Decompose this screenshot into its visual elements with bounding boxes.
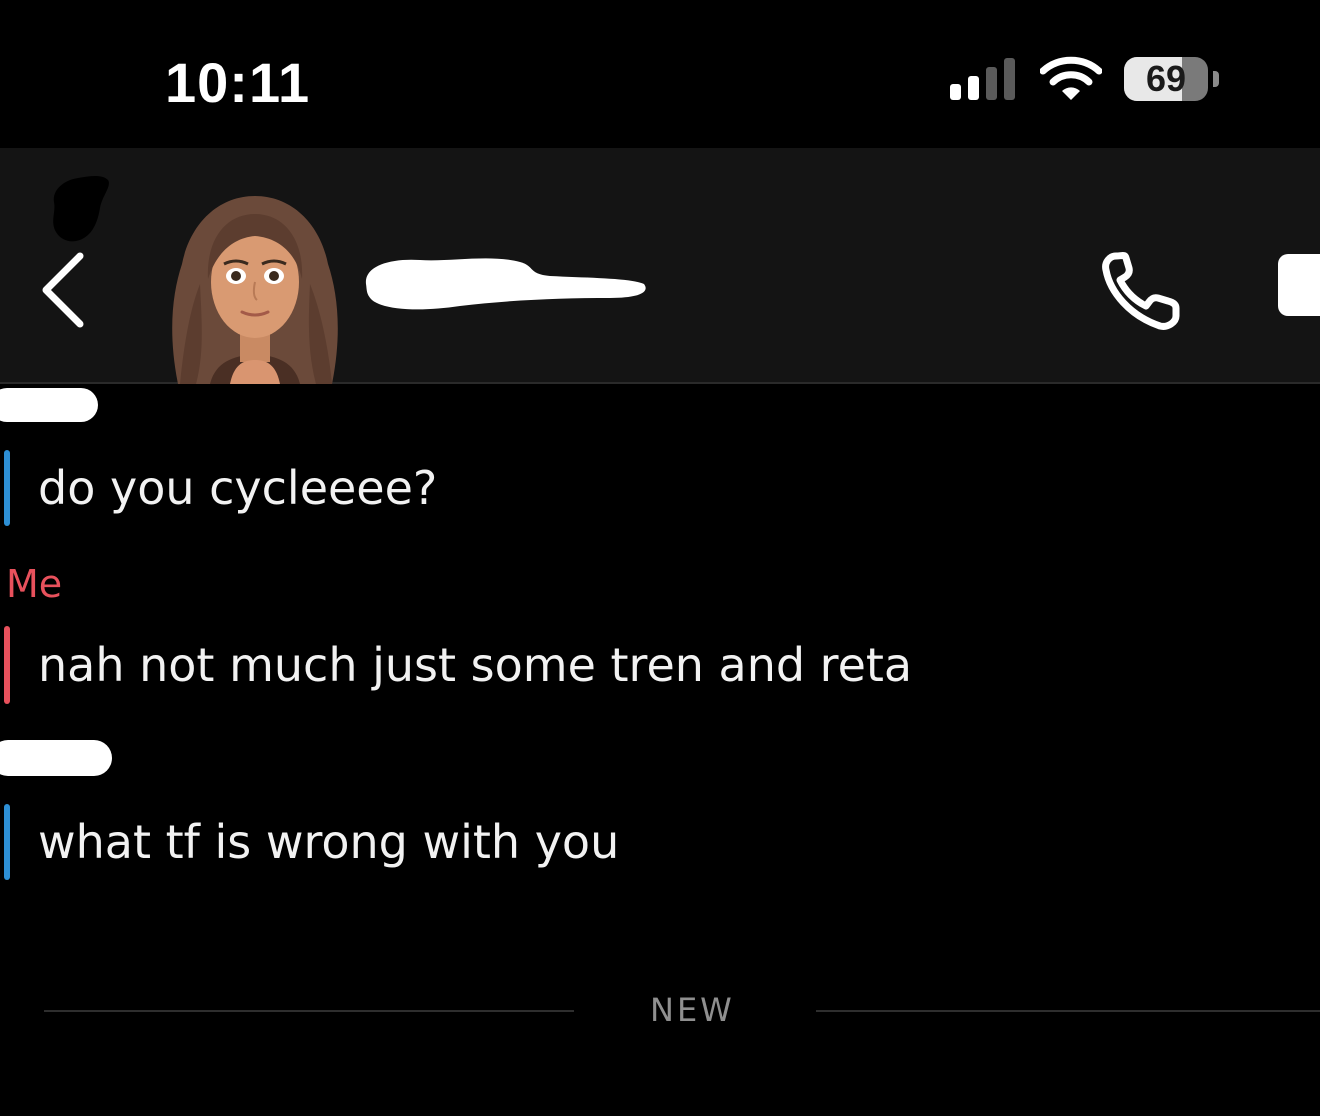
video-call-button[interactable] [1278,254,1320,316]
message-item: do you cycleeee? [0,450,437,526]
message-text[interactable]: nah not much just some tren and reta [38,638,912,692]
call-button[interactable] [1100,248,1184,332]
battery-icon: 69 [1124,57,1208,101]
message-text[interactable]: what tf is wrong with you [38,815,619,869]
message-item: what tf is wrong with you [0,804,619,880]
back-button[interactable] [36,248,92,332]
chat-header [0,148,1320,384]
sender-name-redacted [0,388,98,422]
cellular-signal-icon [950,58,1015,100]
sender-label-me: Me [6,562,63,606]
message-text[interactable]: do you cycleeee? [38,461,437,515]
divider-line-left [44,1010,574,1012]
battery-percent: 69 [1145,58,1187,99]
status-time: 10:11 [165,51,311,114]
message-accent-bar [4,804,10,880]
redaction-mark [53,176,109,242]
contact-name-redacted[interactable] [360,244,650,324]
new-label: NEW [650,991,735,1029]
message-accent-bar [4,626,10,704]
message-accent-bar [4,450,10,526]
status-bar: 10:11 69 [0,0,1320,148]
new-messages-divider: NEW [0,985,1320,1035]
avatar[interactable] [160,184,350,384]
message-item: nah not much just some tren and reta [0,626,912,704]
battery-cap [1213,71,1219,87]
divider-line-right [816,1010,1320,1012]
sender-name-redacted [0,740,112,776]
chat-screen: 10:11 69 do you cycleeee? Me nah not muc… [0,0,1320,1116]
wifi-icon [1040,56,1102,100]
